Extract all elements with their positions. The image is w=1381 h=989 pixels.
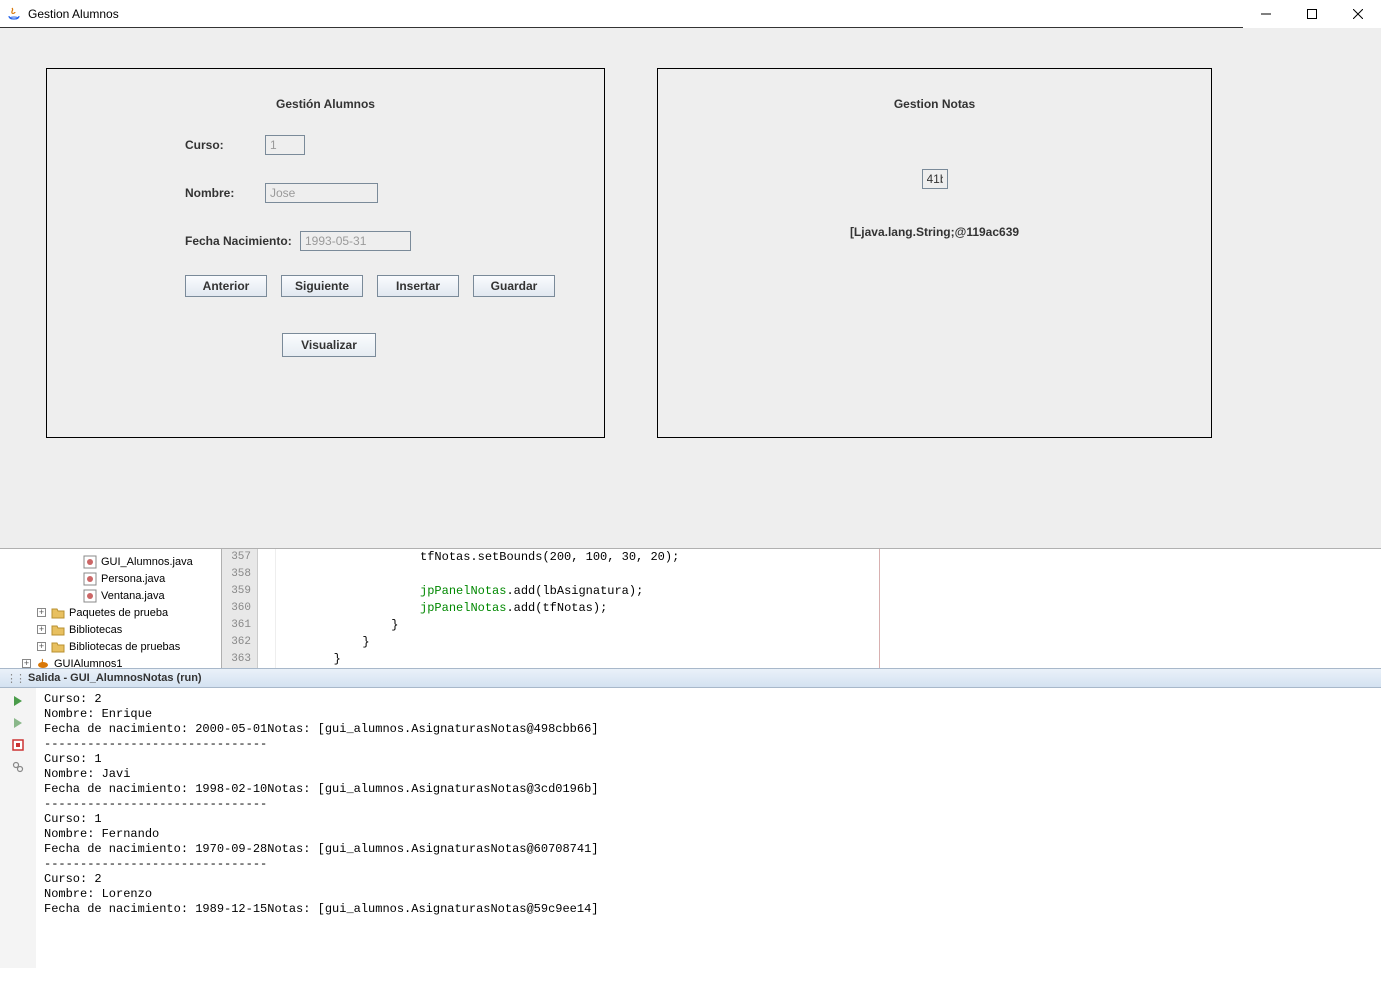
expand-icon[interactable]: +	[37, 625, 46, 634]
tree-item-label: GUI_Alumnos.java	[101, 556, 193, 568]
nombre-input[interactable]	[265, 183, 378, 203]
gestion-alumnos-panel: Gestión Alumnos Curso: Nombre: Fecha Nac…	[46, 68, 605, 438]
maximize-button[interactable]	[1289, 0, 1335, 28]
tree-item-label: Bibliotecas	[69, 624, 122, 636]
guardar-button[interactable]: Guardar	[473, 275, 555, 297]
expand-icon[interactable]: +	[37, 608, 46, 617]
gestion-notas-panel: Gestion Notas [Ljava.lang.String;@119ac6…	[657, 68, 1212, 438]
tree-item-label: Persona.java	[101, 573, 165, 585]
siguiente-button[interactable]: Siguiente	[281, 275, 363, 297]
visualizar-button[interactable]: Visualizar	[282, 333, 376, 357]
fecha-input[interactable]	[300, 231, 411, 251]
close-button[interactable]	[1335, 0, 1381, 28]
window-titlebar: Gestion Alumnos	[0, 0, 1381, 28]
settings-icon[interactable]	[9, 758, 27, 776]
code-line[interactable]: }	[276, 634, 1381, 651]
panel-title: Gestion Notas	[658, 97, 1211, 111]
java-icon	[6, 6, 22, 22]
panel-title: Gestión Alumnos	[47, 97, 604, 111]
code-line[interactable]: jpPanelNotas.add(tfNotas);	[276, 600, 1381, 617]
tree-item-label: Bibliotecas de pruebas	[69, 641, 180, 653]
curso-input[interactable]	[265, 135, 305, 155]
rerun-icon[interactable]	[9, 714, 27, 732]
minimize-button[interactable]	[1243, 0, 1289, 28]
stop-icon[interactable]	[9, 736, 27, 754]
code-line[interactable]: jpPanelNotas.add(lbAsignatura);	[276, 583, 1381, 600]
expand-icon[interactable]: +	[22, 659, 31, 668]
code-editor[interactable]: 357358359360361362363 tfNotas.setBounds(…	[222, 549, 1381, 668]
tree-item-label: GUIAlumnos1	[54, 658, 122, 669]
code-line[interactable]: }	[276, 617, 1381, 634]
tree-item[interactable]: + Bibliotecas	[0, 621, 221, 638]
window-title: Gestion Alumnos	[28, 7, 119, 21]
java-file-icon	[82, 554, 98, 570]
expand-icon[interactable]: +	[37, 642, 46, 651]
tree-item[interactable]: + Bibliotecas de pruebas	[0, 638, 221, 655]
asignatura-label: [Ljava.lang.String;@119ac639	[658, 225, 1211, 239]
tree-item[interactable]: + Paquetes de prueba	[0, 604, 221, 621]
tree-item-label: Ventana.java	[101, 590, 165, 602]
code-line[interactable]: tfNotas.setBounds(200, 100, 30, 20);	[276, 549, 1381, 566]
tree-item-label: Paquetes de prueba	[69, 607, 168, 619]
output-header: ⋮⋮ Salida - GUI_AlumnosNotas (run)	[0, 668, 1381, 688]
folder-icon	[50, 622, 66, 638]
nombre-label: Nombre:	[185, 186, 265, 200]
notas-input[interactable]	[922, 169, 948, 189]
output-header-label: Salida - GUI_AlumnosNotas (run)	[28, 672, 202, 684]
project-icon	[35, 656, 51, 669]
insertar-button[interactable]: Insertar	[377, 275, 459, 297]
output-console[interactable]: Curso: 2 Nombre: Enrique Fecha de nacimi…	[36, 688, 1381, 968]
run-icon[interactable]	[9, 692, 27, 710]
tree-item[interactable]: + GUIAlumnos1	[0, 655, 221, 668]
output-toolbar	[0, 688, 36, 968]
tree-item[interactable]: Ventana.java	[0, 587, 221, 604]
tree-item[interactable]: Persona.java	[0, 570, 221, 587]
folder-icon	[50, 605, 66, 621]
fecha-label: Fecha Nacimiento:	[185, 234, 300, 248]
curso-label: Curso:	[185, 138, 265, 152]
java-file-icon	[82, 588, 98, 604]
code-line[interactable]: }	[276, 651, 1381, 668]
java-file-icon	[82, 571, 98, 587]
folder-icon	[50, 639, 66, 655]
code-line[interactable]	[276, 566, 1381, 583]
tree-item[interactable]: GUI_Alumnos.java	[0, 553, 221, 570]
anterior-button[interactable]: Anterior	[185, 275, 267, 297]
project-tree[interactable]: GUI_Alumnos.java Persona.java Ventana.java…	[0, 549, 222, 668]
